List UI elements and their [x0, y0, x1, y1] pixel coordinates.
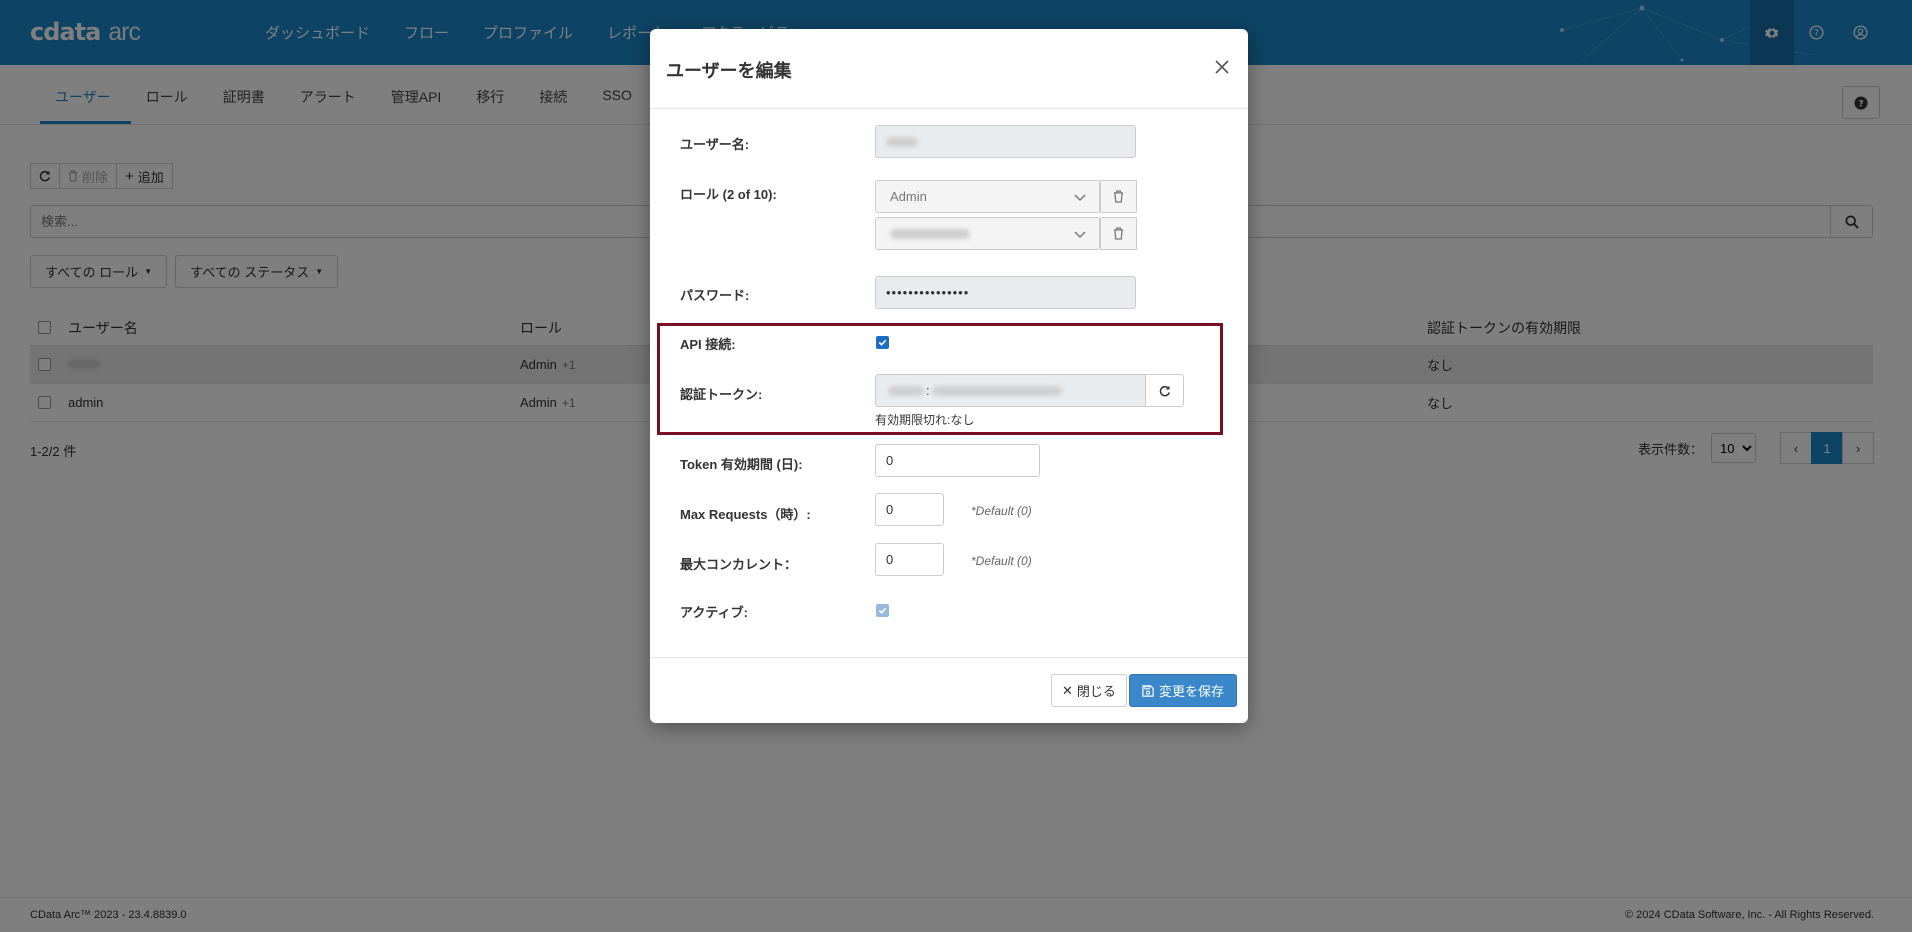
redacted-text — [888, 385, 924, 396]
role-select-1[interactable]: Admin — [875, 180, 1100, 213]
token-period-input[interactable]: 0 — [875, 444, 1040, 477]
active-label: アクティブ: — [680, 605, 748, 620]
remove-role-button[interactable] — [1100, 217, 1137, 250]
api-label: API 接続: — [680, 337, 736, 352]
redacted-text — [886, 136, 918, 147]
chevron-down-icon — [1074, 231, 1086, 239]
regenerate-token-button[interactable] — [1145, 374, 1184, 407]
dialog-header: ユーザーを編集 — [650, 29, 1248, 109]
save-label: 変更を保存 — [1159, 684, 1225, 699]
close-button[interactable]: ✕ 閉じる — [1051, 674, 1127, 707]
close-label: 閉じる — [1076, 684, 1116, 699]
max-concurrent-input[interactable]: 0 — [875, 543, 944, 576]
max-concurrent-default: *Default (0) — [971, 554, 1032, 568]
redacted-text — [890, 228, 970, 239]
api-checkbox[interactable] — [876, 336, 889, 349]
trash-icon — [1113, 190, 1124, 203]
dialog-close-button[interactable] — [1210, 55, 1234, 79]
max-requests-label: Max Requests（時）: — [680, 507, 811, 522]
token-period-label: Token 有効期間 (日): — [680, 457, 803, 472]
active-checkbox[interactable] — [876, 604, 889, 617]
trash-icon — [1113, 227, 1124, 240]
chevron-down-icon — [1074, 194, 1086, 202]
token-expiry-hint: 有効期限切れ:なし — [875, 413, 975, 427]
save-button[interactable]: 変更を保存 — [1129, 674, 1238, 707]
token-label: 認証トークン: — [680, 387, 763, 402]
password-field[interactable]: ••••••••••••••• — [875, 276, 1136, 309]
password-label: パスワード: — [680, 288, 750, 303]
edit-user-dialog: ユーザーを編集 ユーザー名: ロール (2 of 10): Admin パスワー… — [650, 29, 1248, 723]
check-icon — [878, 339, 887, 346]
max-requests-default: *Default (0) — [971, 504, 1032, 518]
close-icon: ✕ — [1062, 682, 1073, 698]
username-label: ユーザー名: — [680, 137, 750, 152]
save-icon — [1142, 684, 1154, 697]
redacted-text — [931, 385, 1062, 396]
refresh-icon — [1159, 385, 1170, 396]
username-field[interactable] — [875, 125, 1136, 158]
remove-role-button[interactable] — [1100, 180, 1137, 213]
role-select-2[interactable] — [875, 217, 1100, 250]
dialog-title: ユーザーを編集 — [666, 61, 792, 81]
roles-label: ロール (2 of 10): — [680, 187, 777, 202]
check-icon — [878, 607, 887, 614]
max-requests-input[interactable]: 0 — [875, 493, 944, 526]
max-concurrent-label: 最大コンカレント： — [680, 557, 798, 572]
close-icon — [1215, 60, 1229, 74]
token-field[interactable]: : — [875, 374, 1146, 407]
